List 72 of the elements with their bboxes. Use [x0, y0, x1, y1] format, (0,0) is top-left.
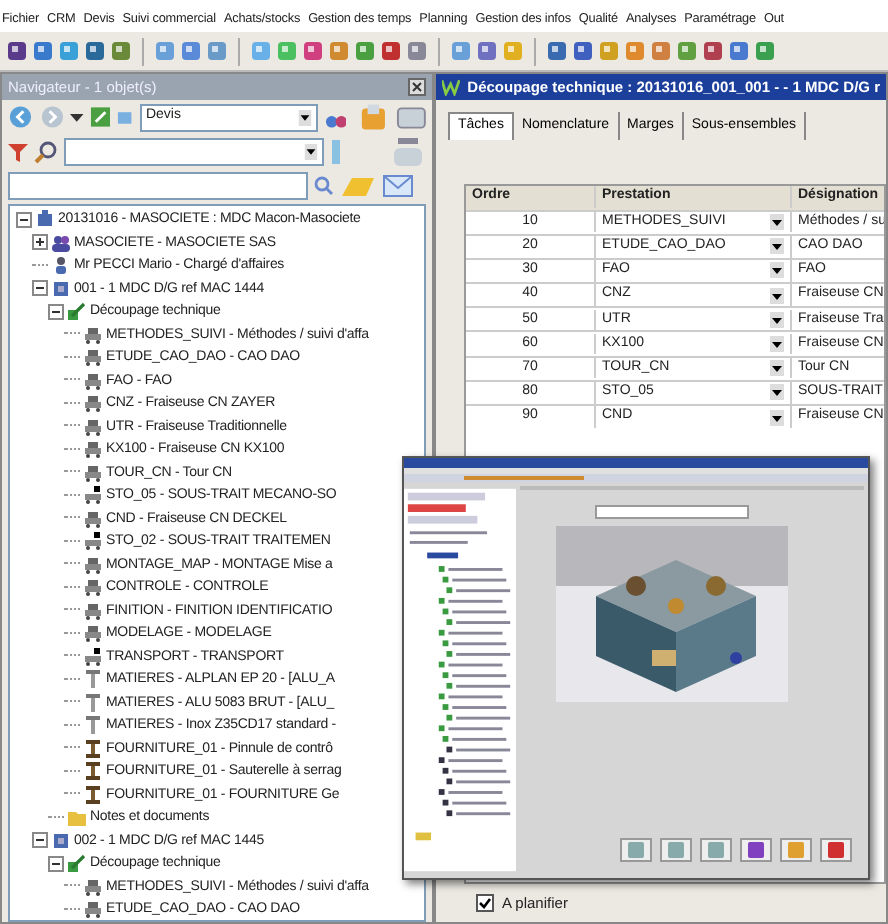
text-field[interactable] — [8, 171, 308, 199]
dropdown-arrow-icon[interactable] — [770, 311, 784, 328]
machine-icon — [84, 601, 102, 620]
clamp-icon — [84, 762, 102, 781]
search-icon[interactable] — [34, 139, 58, 163]
machine-icon — [84, 578, 102, 597]
clamp-icon — [84, 739, 102, 758]
toolbar-button[interactable] — [740, 838, 772, 862]
toolbar-button[interactable] — [700, 838, 732, 862]
toolbar-button[interactable] — [660, 838, 692, 862]
machine-icon — [84, 624, 102, 643]
machine-icon — [84, 463, 102, 482]
dropdown-arrow-icon[interactable] — [297, 109, 312, 125]
dropdown-arrow-icon[interactable] — [770, 238, 784, 255]
machine-icon — [84, 555, 102, 574]
tool-icon[interactable] — [728, 40, 750, 62]
check-icon — [478, 895, 492, 910]
dropdown-arrow-icon[interactable] — [770, 360, 784, 377]
bar-stock-icon — [84, 693, 102, 712]
people-icon — [52, 233, 70, 252]
search-icon[interactable] — [314, 175, 334, 195]
back-icon[interactable] — [8, 104, 33, 130]
machine-icon — [84, 900, 102, 919]
funnel-icon[interactable] — [8, 141, 28, 161]
person-icon — [52, 256, 70, 275]
dropdown-arrow-icon[interactable] — [770, 384, 784, 401]
machine-icon — [84, 371, 102, 390]
collapse-icon[interactable] — [48, 855, 64, 872]
dropdown-arrow-icon[interactable] — [770, 336, 784, 353]
dropdown-arrow-icon[interactable] — [770, 262, 784, 279]
machine-icon — [84, 647, 102, 666]
toolbar-button[interactable] — [620, 838, 652, 862]
envelope-icon[interactable] — [382, 171, 414, 199]
machine-icon — [84, 532, 102, 551]
dropdown-arrow-icon[interactable] — [770, 409, 784, 426]
toolbar-button[interactable] — [780, 838, 812, 862]
close-icon[interactable] — [408, 78, 426, 96]
tool-icon[interactable] — [32, 40, 54, 62]
machine-icon — [84, 394, 102, 413]
tool-icon[interactable] — [476, 40, 498, 62]
machine-icon — [84, 325, 102, 344]
collapse-icon[interactable] — [32, 280, 48, 297]
machine-icon — [84, 440, 102, 459]
checkbox[interactable] — [476, 893, 494, 912]
machine-icon — [84, 877, 102, 896]
machine-icon — [84, 348, 102, 367]
app-icon — [442, 78, 460, 96]
tool-icon[interactable] — [302, 40, 324, 62]
tool-icon[interactable] — [702, 40, 724, 62]
machine-icon — [84, 486, 102, 505]
toolbar-button[interactable] — [820, 838, 852, 862]
collapse-icon[interactable] — [16, 211, 32, 228]
tool-icon[interactable] — [6, 40, 28, 62]
collapse-icon[interactable] — [32, 832, 48, 849]
bar-stock-icon — [84, 670, 102, 689]
tool-icon[interactable] — [380, 40, 402, 62]
search-field[interactable] — [64, 137, 324, 165]
machine-icon — [84, 509, 102, 528]
tool-icon[interactable] — [546, 40, 568, 62]
folder-icon — [68, 808, 86, 827]
collapse-icon[interactable] — [48, 303, 64, 320]
bar-stock-icon — [84, 716, 102, 735]
caret-icon[interactable] — [70, 110, 84, 124]
dropdown-arrow-icon[interactable] — [304, 143, 318, 159]
tool-icon[interactable] — [110, 40, 132, 62]
dropdown-arrow-icon[interactable] — [770, 214, 784, 231]
machine-icon — [84, 417, 102, 436]
dropdown-arrow-icon[interactable] — [770, 287, 784, 304]
tool-icon[interactable] — [572, 40, 594, 62]
clamp-icon — [84, 785, 102, 804]
tool-icon[interactable] — [84, 40, 106, 62]
expand-icon[interactable] — [32, 234, 48, 251]
